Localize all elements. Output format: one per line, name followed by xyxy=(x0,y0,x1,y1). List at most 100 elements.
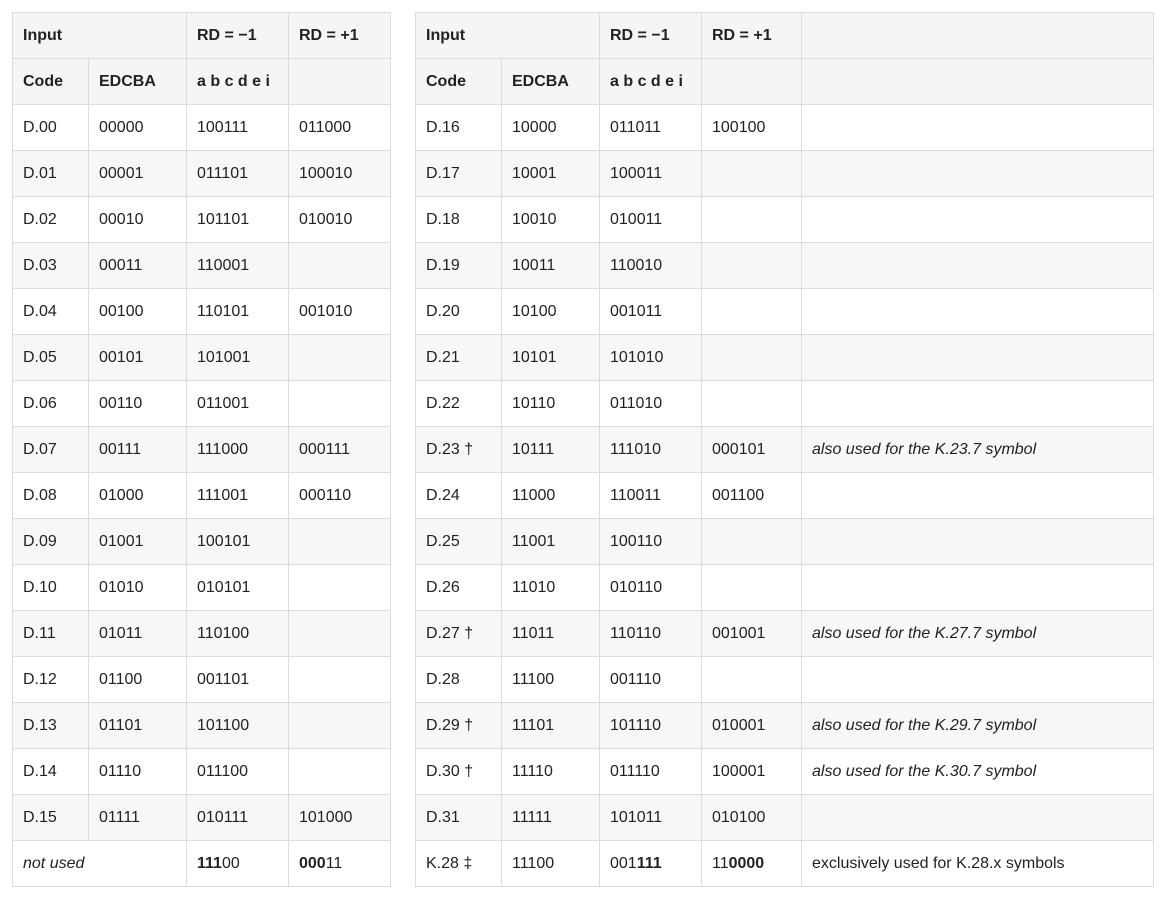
bold-bits: 111 xyxy=(636,854,662,872)
note-cell: also used for the K.30.7 symbol xyxy=(801,748,1154,795)
code-cell: D.12 xyxy=(12,656,89,703)
code-cell: D.03 xyxy=(12,242,89,289)
edcba-cell: 00101 xyxy=(88,334,187,381)
table-row: D.13 01101 101100 xyxy=(12,702,391,749)
rd-plus-header: RD = +1 xyxy=(701,12,802,59)
table-row: D.06 00110 011001 xyxy=(12,380,391,427)
bold-bits: 000 xyxy=(299,854,326,872)
rd-plus-cell: 000110 xyxy=(288,472,391,519)
edcba-cell: 11111 xyxy=(501,794,600,841)
bold-bits: 0000 xyxy=(728,854,765,872)
rd-minus-cell: 010011 xyxy=(599,196,702,243)
right-code-table: Input RD = −1 RD = +1 Code EDCBA a b c d… xyxy=(415,12,1154,887)
note-cell: exclusively used for K.28.x symbols xyxy=(801,840,1154,887)
table-row: D.07 00111 111000 000111 xyxy=(12,426,391,473)
note-cell xyxy=(801,104,1154,151)
code-header: Code xyxy=(415,58,502,105)
note-cell xyxy=(801,242,1154,289)
table-row: D.23 † 10111 111010 000101 also used for the… xyxy=(415,426,1154,473)
empty-header-cell xyxy=(801,58,1154,105)
rd-plus-cell: 010010 xyxy=(288,196,391,243)
abcdei-header: a b c d e i xyxy=(186,58,289,105)
code-cell: D.21 xyxy=(415,334,502,381)
note-cell xyxy=(801,150,1154,197)
code-cell: D.07 xyxy=(12,426,89,473)
code-cell: D.24 xyxy=(415,472,502,519)
code-cell: D.13 xyxy=(12,702,89,749)
code-cell: D.18 xyxy=(415,196,502,243)
edcba-cell: 11001 xyxy=(501,518,600,565)
rd-plus-cell xyxy=(701,196,802,243)
rd-minus-cell: 010110 xyxy=(599,564,702,611)
plain-bits: 11 xyxy=(325,854,343,872)
code-cell: K.28 ‡ xyxy=(415,840,502,887)
rd-minus-cell: 101001 xyxy=(186,334,289,381)
rd-minus-cell: 110101 xyxy=(186,288,289,335)
rd-plus-cell: 010001 xyxy=(701,702,802,749)
left-code-table: Input RD = −1 RD = +1 Code EDCBA a b c d… xyxy=(12,12,391,887)
edcba-cell: 00100 xyxy=(88,288,187,335)
edcba-cell: 01001 xyxy=(88,518,187,565)
rd-minus-cell: 011010 xyxy=(599,380,702,427)
edcba-cell: 00111 xyxy=(88,426,187,473)
code-cell: D.20 xyxy=(415,288,502,335)
code-cell: D.27 † xyxy=(415,610,502,657)
rd-plus-cell: 001001 xyxy=(701,610,802,657)
code-cell: D.31 xyxy=(415,794,502,841)
rd-plus-cell: 011000 xyxy=(288,104,391,151)
note-cell xyxy=(801,518,1154,565)
rd-minus-cell: 110001 xyxy=(186,242,289,289)
code-cell: D.26 xyxy=(415,564,502,611)
note-cell xyxy=(801,334,1154,381)
rd-plus-cell: 010100 xyxy=(701,794,802,841)
code-cell: D.30 † xyxy=(415,748,502,795)
rd-plus-cell: 000111 xyxy=(288,426,391,473)
table-row: D.10 01010 010101 xyxy=(12,564,391,611)
table-row: D.31 11111 101011 010100 xyxy=(415,794,1154,841)
left-table-body: Input RD = −1 RD = +1 Code EDCBA a b c d… xyxy=(12,12,391,887)
edcba-cell: 01111 xyxy=(88,794,187,841)
note-cell: also used for the K.27.7 symbol xyxy=(801,610,1154,657)
code-cell: D.08 xyxy=(12,472,89,519)
edcba-cell: 01110 xyxy=(88,748,187,795)
rd-minus-header: RD = −1 xyxy=(599,12,702,59)
edcba-cell: 00001 xyxy=(88,150,187,197)
table-row: D.02 00010 101101 010010 xyxy=(12,196,391,243)
table-row: D.29 † 11101 101110 010001 also used for the… xyxy=(415,702,1154,749)
rd-minus-cell: 111000 xyxy=(186,426,289,473)
edcba-header: EDCBA xyxy=(88,58,187,105)
edcba-cell: 11101 xyxy=(501,702,600,749)
rd-plus-cell xyxy=(701,518,802,565)
rd-minus-header: RD = −1 xyxy=(186,12,289,59)
rd-minus-cell: 111001 xyxy=(186,472,289,519)
note-cell xyxy=(801,472,1154,519)
table-row: D.00 00000 100111 011000 xyxy=(12,104,391,151)
rd-plus-cell xyxy=(701,288,802,335)
code-cell: D.09 xyxy=(12,518,89,565)
rd-plus-cell: 110000 xyxy=(701,840,802,887)
abcdei-header: a b c d e i xyxy=(599,58,702,105)
rd-plus-cell xyxy=(288,334,391,381)
rd-plus-cell xyxy=(288,564,391,611)
rd-minus-cell: 110100 xyxy=(186,610,289,657)
plain-bits: 00 xyxy=(221,854,240,872)
rd-minus-cell: 101100 xyxy=(186,702,289,749)
rd-plus-cell xyxy=(288,610,391,657)
rd-plus-cell xyxy=(288,702,391,749)
note-cell xyxy=(801,564,1154,611)
table-row: D.16 10000 011011 100100 xyxy=(415,104,1154,151)
code-cell: D.19 xyxy=(415,242,502,289)
rd-minus-cell: 011001 xyxy=(186,380,289,427)
rd-plus-cell xyxy=(701,242,802,289)
table-row: D.11 01011 110100 xyxy=(12,610,391,657)
note-cell xyxy=(801,380,1154,427)
rd-plus-cell xyxy=(288,748,391,795)
rd-minus-cell: 011101 xyxy=(186,150,289,197)
table-row: D.17 10001 100011 xyxy=(415,150,1154,197)
rd-plus-cell: 00011 xyxy=(288,840,391,887)
table-row: D.25 11001 100110 xyxy=(415,518,1154,565)
note-cell xyxy=(801,196,1154,243)
code-cell: D.01 xyxy=(12,150,89,197)
code-cell: D.10 xyxy=(12,564,89,611)
rd-minus-cell: 100011 xyxy=(599,150,702,197)
